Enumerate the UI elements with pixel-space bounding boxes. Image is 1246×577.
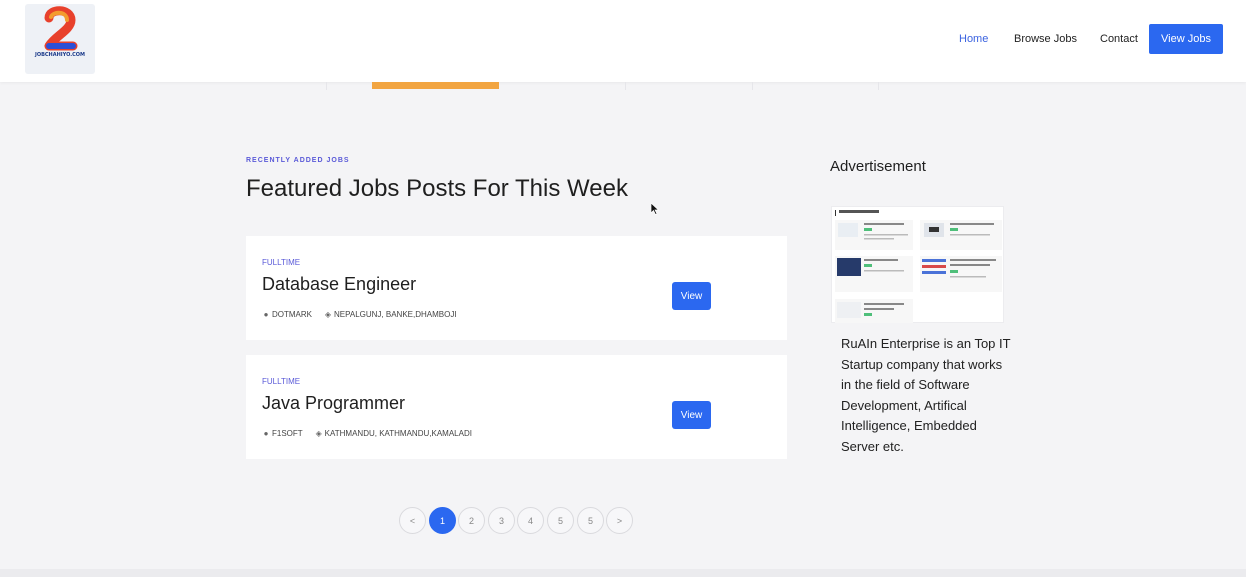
- view-jobs-button[interactable]: View Jobs: [1149, 24, 1223, 54]
- job-location: NEPALGUNJ, BANKE,DHAMBOJI: [334, 310, 457, 319]
- category-tab-strip: [240, 82, 880, 90]
- job-meta: ● DOTMARK ◈ NEPALGUNJ, BANKE,DHAMBOJI: [262, 310, 457, 319]
- job-meta: ● F1SOFT ◈ KATHMANDU, KATHMANDU,KAMALADI: [262, 429, 472, 438]
- job-type: FULLTIME: [262, 258, 301, 267]
- job-card: FULLTIME Java Programmer ● F1SOFT ◈ KATH…: [246, 355, 787, 459]
- pagination-page-3[interactable]: 3: [488, 507, 515, 534]
- logo-text: JOBCHAHIYO.COM: [34, 52, 86, 58]
- tab-divider: [326, 82, 327, 90]
- company-icon: ●: [263, 428, 269, 438]
- nav-contact-link[interactable]: Contact: [1100, 24, 1138, 54]
- job-location: KATHMANDU, KATHMANDU,KAMALADI: [324, 429, 472, 438]
- company-icon: ●: [263, 309, 269, 319]
- logo-mark-icon: [44, 6, 78, 51]
- pagination-page-2[interactable]: 2: [458, 507, 485, 534]
- view-job-button[interactable]: View: [672, 282, 711, 310]
- job-type: FULLTIME: [262, 377, 301, 386]
- view-job-button[interactable]: View: [672, 401, 711, 429]
- pagination-page-6[interactable]: 5: [577, 507, 604, 534]
- advertisement-image[interactable]: [831, 206, 1004, 323]
- tab-divider: [752, 82, 753, 90]
- job-title[interactable]: Database Engineer: [262, 274, 416, 295]
- top-navbar: JOBCHAHIYO.COM Home Browse Jobs Contact …: [0, 0, 1246, 82]
- active-tab-indicator[interactable]: [372, 82, 499, 89]
- nav-home-link[interactable]: Home: [959, 24, 988, 54]
- pagination-page-1[interactable]: 1: [429, 507, 456, 534]
- tab-divider: [878, 82, 879, 90]
- mouse-cursor-icon: [651, 203, 659, 215]
- pagination-page-5[interactable]: 5: [547, 507, 574, 534]
- pagination-page-4[interactable]: 4: [517, 507, 544, 534]
- job-company: F1SOFT: [272, 429, 303, 438]
- tab-divider: [625, 82, 626, 90]
- job-company: DOTMARK: [272, 310, 312, 319]
- section-eyebrow: RECENTLY ADDED JOBS: [246, 157, 350, 164]
- job-card: FULLTIME Database Engineer ● DOTMARK ◈ N…: [246, 236, 787, 340]
- section-title: Featured Jobs Posts For This Week: [246, 175, 628, 202]
- location-pin-icon: ◈: [315, 428, 322, 438]
- nav-browse-jobs-link[interactable]: Browse Jobs: [1014, 24, 1077, 54]
- pagination-next-button[interactable]: >: [606, 507, 633, 534]
- ad-screenshot-thumbnail: [835, 210, 1002, 323]
- job-title[interactable]: Java Programmer: [262, 393, 405, 414]
- advertisement-title: Advertisement: [830, 158, 926, 175]
- footer-edge: [0, 569, 1246, 577]
- pagination-prev-button[interactable]: <: [399, 507, 426, 534]
- site-logo[interactable]: JOBCHAHIYO.COM: [25, 4, 95, 74]
- advertisement-text: RuAIn Enterprise is an Top IT Startup co…: [841, 336, 1011, 454]
- location-pin-icon: ◈: [324, 309, 332, 319]
